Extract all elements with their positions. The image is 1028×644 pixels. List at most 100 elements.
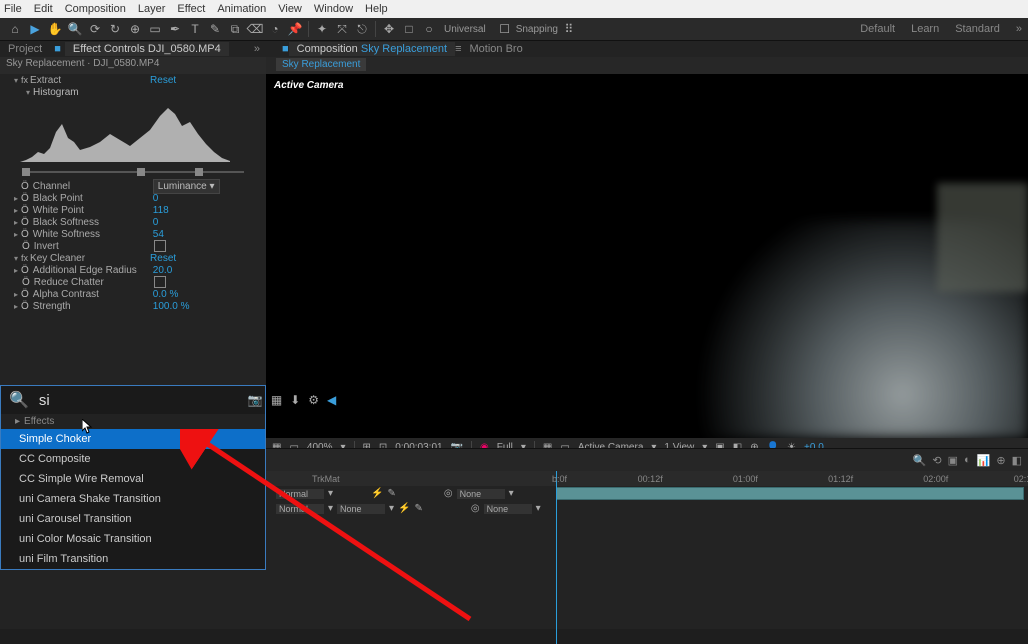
fx-item-uni-carousel[interactable]: uni Carousel Transition — [1, 509, 265, 529]
layer2-parent[interactable]: ◎ — [471, 503, 480, 514]
keycleaner-reset[interactable]: Reset — [150, 253, 176, 264]
layer1-parent[interactable]: ◎ — [444, 488, 453, 499]
layer2-mode[interactable]: Normal — [276, 504, 324, 514]
fx-item-uni-film[interactable]: uni Film Transition — [1, 549, 265, 569]
prop-white-softness[interactable]: ▸Ö White Softness 54 — [0, 228, 266, 240]
eraser-tool-icon[interactable]: ⌫ — [246, 20, 264, 38]
layer1-fx-icon[interactable]: ⚡ — [371, 488, 383, 499]
composition-viewport[interactable]: Active Camera — [266, 74, 1028, 438]
effects-search-input[interactable] — [37, 391, 240, 410]
menu-animation[interactable]: Animation — [217, 3, 266, 15]
share-icon[interactable]: ◀ — [327, 393, 336, 407]
menu-help[interactable]: Help — [365, 3, 388, 15]
tl-shy-icon[interactable]: ⟲ — [932, 454, 941, 467]
fx-item-simple-choker[interactable]: Simple Choker — [1, 429, 265, 449]
layer2-lock-icon[interactable]: ✎ — [415, 503, 423, 514]
fx-item-uni-camera-shake[interactable]: uni Camera Shake Transition — [1, 489, 265, 509]
breadcrumb-sky-replacement[interactable]: Sky Replacement — [276, 58, 366, 71]
snapshot-icon[interactable]: 📷 — [248, 393, 263, 407]
tab-project[interactable]: Project — [0, 42, 50, 56]
comp-marker-icon: ■ — [282, 43, 289, 55]
tab-motion-bro[interactable]: Motion Bro — [462, 42, 531, 56]
anchor-tool-icon[interactable]: ⊕ — [126, 20, 144, 38]
tl-search-icon[interactable]: 🔍 — [913, 454, 927, 467]
download-icon[interactable]: ⬇ — [290, 393, 300, 407]
workspace-learn[interactable]: Learn — [911, 23, 939, 35]
square-icon[interactable]: □ — [400, 20, 418, 38]
menu-edit[interactable]: Edit — [34, 3, 53, 15]
camera-tool-icon[interactable]: ⎋ — [353, 20, 371, 38]
tl-graph-icon[interactable]: 📊 — [977, 454, 991, 467]
extract-reset[interactable]: Reset — [150, 75, 176, 86]
tl-adjust-icon[interactable]: ◧ — [1012, 454, 1022, 467]
move-tool-icon[interactable]: ✥ — [380, 20, 398, 38]
workspace-default[interactable]: Default — [860, 23, 895, 35]
menu-layer[interactable]: Layer — [138, 3, 166, 15]
invert-checkbox[interactable] — [154, 240, 166, 252]
tl-motion-blur-icon[interactable]: ◐ — [964, 454, 971, 466]
prop-reduce-chatter[interactable]: Ö Reduce Chatter — [0, 276, 266, 288]
axis-tool-icon[interactable]: ⤧ — [333, 20, 351, 38]
selection-tool-icon[interactable]: ▶ — [26, 20, 44, 38]
prop-black-point[interactable]: ▸Ö Black Point 0 — [0, 192, 266, 204]
rect-tool-icon[interactable]: ▭ — [146, 20, 164, 38]
layer2-trkmat[interactable]: None — [337, 504, 385, 514]
playhead[interactable] — [556, 471, 557, 644]
clone-tool-icon[interactable]: ⧉ — [226, 20, 244, 38]
menu-file[interactable]: File — [4, 3, 22, 15]
channel-dropdown[interactable]: Luminance ▾ — [153, 179, 220, 194]
tl-frame-blend-icon[interactable]: ▣ — [948, 454, 958, 467]
type-tool-icon[interactable]: T — [186, 20, 204, 38]
layer1-bar[interactable] — [556, 487, 1024, 500]
grid-icon[interactable]: ▦ — [271, 393, 282, 407]
tab-effect-controls[interactable]: Effect Controls DJI_0580.MP4 — [65, 42, 229, 56]
zoom-tool-icon[interactable]: 🔍 — [66, 20, 84, 38]
orbit-tool-icon[interactable]: ⟳ — [86, 20, 104, 38]
effect-key-cleaner[interactable]: ▾fx Key Cleaner Reset — [0, 252, 266, 264]
layer-row-2[interactable]: Normal▾ None▾ ⚡ ✎ ◎ None▾ — [266, 501, 1028, 516]
tab-overflow-icon[interactable]: » — [254, 43, 266, 55]
prop-black-softness[interactable]: ▸Ö Black Softness 0 — [0, 216, 266, 228]
tl-brain-icon[interactable]: ⊕ — [996, 454, 1005, 467]
hand-tool-icon[interactable]: ✋ — [46, 20, 64, 38]
snap-opts-icon[interactable]: ⠿ — [560, 20, 578, 38]
settings-icon[interactable]: ⚙ — [308, 393, 319, 407]
effect-extract[interactable]: ▾fx Extract Reset — [0, 74, 266, 86]
home-icon[interactable]: ⌂ — [6, 20, 24, 38]
tab-composition[interactable]: Composition Sky Replacement — [289, 42, 455, 56]
layer1-mode[interactable]: Normal — [276, 489, 324, 499]
menu-view[interactable]: View — [278, 3, 302, 15]
fx-item-uni-color-mosaic[interactable]: uni Color Mosaic Transition — [1, 529, 265, 549]
extract-histogram[interactable] — [20, 102, 230, 162]
circle-icon[interactable]: ○ — [420, 20, 438, 38]
brush-tool-icon[interactable]: ✎ — [206, 20, 224, 38]
roto-tool-icon[interactable]: ◔ — [266, 20, 284, 38]
layer2-fx-icon[interactable]: ⚡ — [398, 503, 410, 514]
workspace-standard[interactable]: Standard — [955, 23, 1000, 35]
timeline-ruler[interactable]: b:0f 00:12f 01:00f 01:12f 02:00f 02:12 — [552, 471, 1028, 486]
prop-invert[interactable]: Ö Invert — [0, 240, 266, 252]
search-icon: 🔍 — [9, 390, 29, 410]
pen-tool-icon[interactable]: ✒ — [166, 20, 184, 38]
prop-edge-radius[interactable]: ▸Ö Additional Edge Radius 20.0 — [0, 264, 266, 276]
layer-row-1[interactable]: Normal▾ ⚡ ✎ ◎ None▾ — [266, 486, 1028, 501]
rotate-tool-icon[interactable]: ↻ — [106, 20, 124, 38]
menu-window[interactable]: Window — [314, 3, 353, 15]
prop-white-point[interactable]: ▸Ö White Point 118 — [0, 204, 266, 216]
fx-item-cc-composite[interactable]: CC Composite — [1, 449, 265, 469]
axis-mode[interactable]: Universal — [444, 24, 486, 35]
workspace-more-icon[interactable]: » — [1016, 23, 1022, 35]
snap-check-icon[interactable]: ☐ — [496, 20, 514, 38]
prop-alpha-contrast[interactable]: ▸Ö Alpha Contrast 0.0 % — [0, 288, 266, 300]
chatter-checkbox[interactable] — [154, 276, 166, 288]
menu-effect[interactable]: Effect — [177, 3, 205, 15]
3d-tool-icon[interactable]: ✦ — [313, 20, 331, 38]
prop-strength[interactable]: ▸Ö Strength 100.0 % — [0, 300, 266, 312]
puppet-tool-icon[interactable]: 📌 — [286, 20, 304, 38]
menu-composition[interactable]: Composition — [65, 3, 126, 15]
fx-item-cc-simple-wire[interactable]: CC Simple Wire Removal — [1, 469, 265, 489]
prop-channel[interactable]: ▸Ö Channel Luminance ▾ — [0, 180, 266, 192]
search-category-effects[interactable]: ▸Effects — [1, 414, 265, 429]
extract-range-slider[interactable] — [22, 168, 244, 176]
layer1-lock-icon[interactable]: ✎ — [387, 488, 395, 499]
